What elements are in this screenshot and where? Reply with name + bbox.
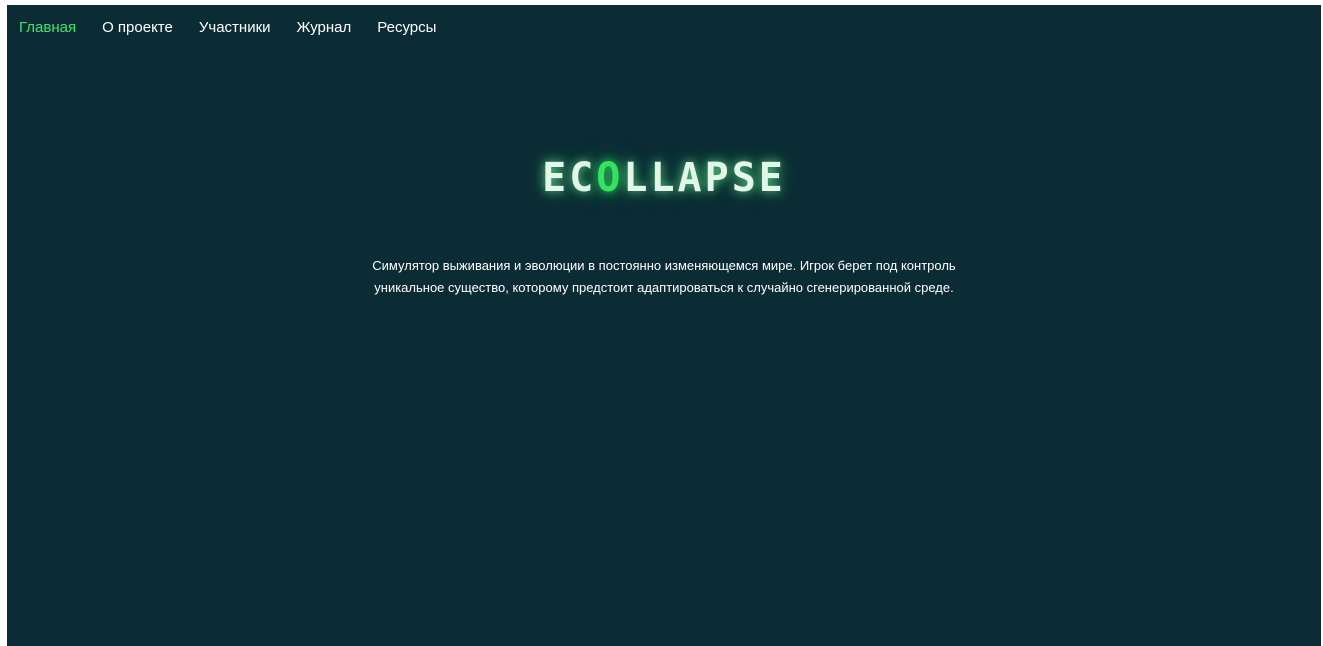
- logo-accent: O: [596, 155, 624, 201]
- nav-item-journal[interactable]: Журнал: [297, 19, 352, 37]
- project-description: Симулятор выживания и эволюции в постоян…: [7, 255, 1321, 299]
- description-line-2: уникальное существо, которому предстоит …: [374, 280, 954, 295]
- logo-suffix: LLAPSE: [623, 155, 786, 201]
- page-background: Главная О проекте Участники Журнал Ресур…: [7, 5, 1321, 646]
- nav-item-home[interactable]: Главная: [19, 19, 76, 37]
- nav-item-about[interactable]: О проекте: [102, 19, 173, 37]
- nav-item-resources[interactable]: Ресурсы: [377, 19, 436, 37]
- main-nav: Главная О проекте Участники Журнал Ресур…: [19, 19, 436, 37]
- logo-title: ECOLLAPSE: [7, 155, 1321, 201]
- logo-prefix: EC: [542, 155, 597, 201]
- description-line-1: Симулятор выживания и эволюции в постоян…: [372, 258, 956, 273]
- nav-item-participants[interactable]: Участники: [199, 19, 271, 37]
